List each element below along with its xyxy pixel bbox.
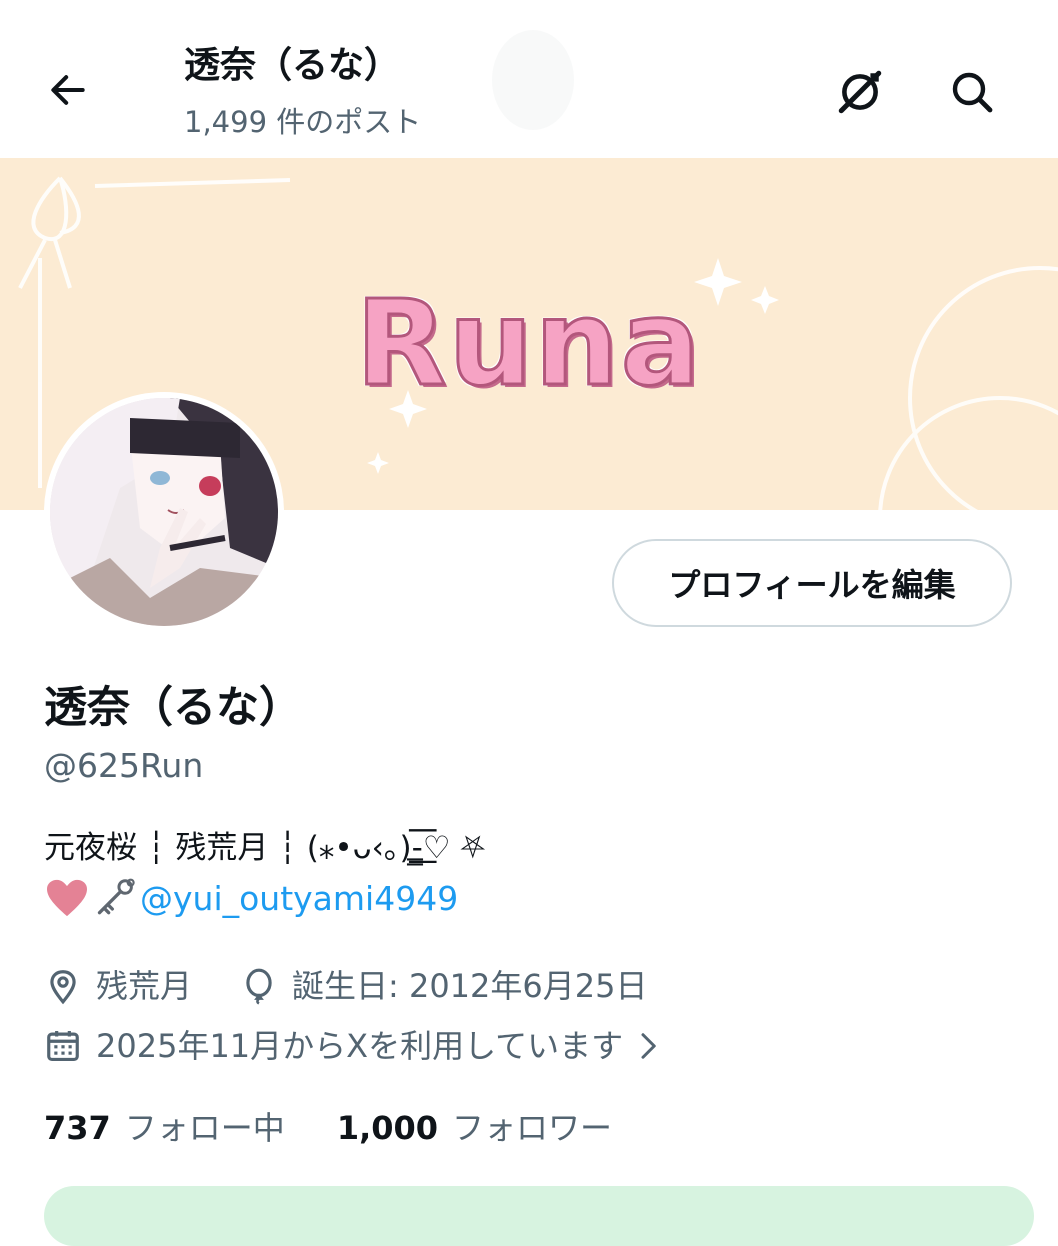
- avatar-illustration: [50, 398, 278, 626]
- follow-stats: 737 フォロー中 1,000 フォロワー: [44, 1104, 664, 1152]
- chevron-right-icon: [641, 1033, 656, 1059]
- followers-label: フォロワー: [452, 1109, 613, 1147]
- avatar[interactable]: [44, 392, 284, 632]
- balloon-icon: [246, 968, 272, 1005]
- calendar-icon: [47, 1030, 79, 1062]
- user-handle: @625Run: [44, 746, 204, 785]
- back-button[interactable]: [40, 62, 96, 118]
- location-text: 残荒月: [96, 967, 193, 1005]
- header-title: 透奈（るな）: [184, 45, 401, 86]
- following-count: 737: [44, 1109, 111, 1147]
- bio-text: 元夜桜 ┆ 残荒月 ┆ (⁎•ᴗ‹｡)-̳͟͞͞♡ ⛧: [44, 830, 486, 866]
- grok-button[interactable]: [828, 60, 892, 124]
- post-count: 1,499 件のポスト: [184, 105, 422, 139]
- scroll-shadow: [492, 30, 574, 130]
- location-pin-icon: [50, 970, 76, 1005]
- bio-line-2: @yui_outyami4949: [44, 874, 458, 922]
- joined-text: 2025年11月からXを利用しています: [96, 1027, 624, 1065]
- display-name: 透奈（るな）: [44, 683, 302, 733]
- promo-banner[interactable]: [44, 1186, 1034, 1246]
- following-link[interactable]: 737 フォロー中: [44, 1104, 285, 1152]
- key-icon: [97, 878, 135, 915]
- avatar-image: [50, 398, 278, 626]
- grok-icon: [838, 70, 882, 114]
- joined-date[interactable]: 2025年11月からXを利用しています: [44, 1024, 663, 1068]
- followers-link[interactable]: 1,000 フォロワー: [337, 1104, 612, 1152]
- search-icon: [952, 72, 993, 113]
- birthday-info: 誕生日: 2012年6月25日: [240, 964, 647, 1008]
- followers-count: 1,000: [336, 1109, 439, 1147]
- bio-mention-link[interactable]: @yui_outyami4949: [140, 879, 458, 918]
- edit-profile-button[interactable]: プロフィールを編集: [612, 539, 1012, 627]
- heart-icon: [47, 879, 87, 917]
- location-info: 残荒月: [44, 964, 192, 1008]
- birthday-text: 誕生日: 2012年6月25日: [292, 967, 648, 1005]
- search-button[interactable]: [940, 60, 1004, 124]
- arrow-left-icon: [51, 75, 85, 105]
- banner-title: Runa: [354, 274, 703, 412]
- following-label: フォロー中: [124, 1109, 285, 1147]
